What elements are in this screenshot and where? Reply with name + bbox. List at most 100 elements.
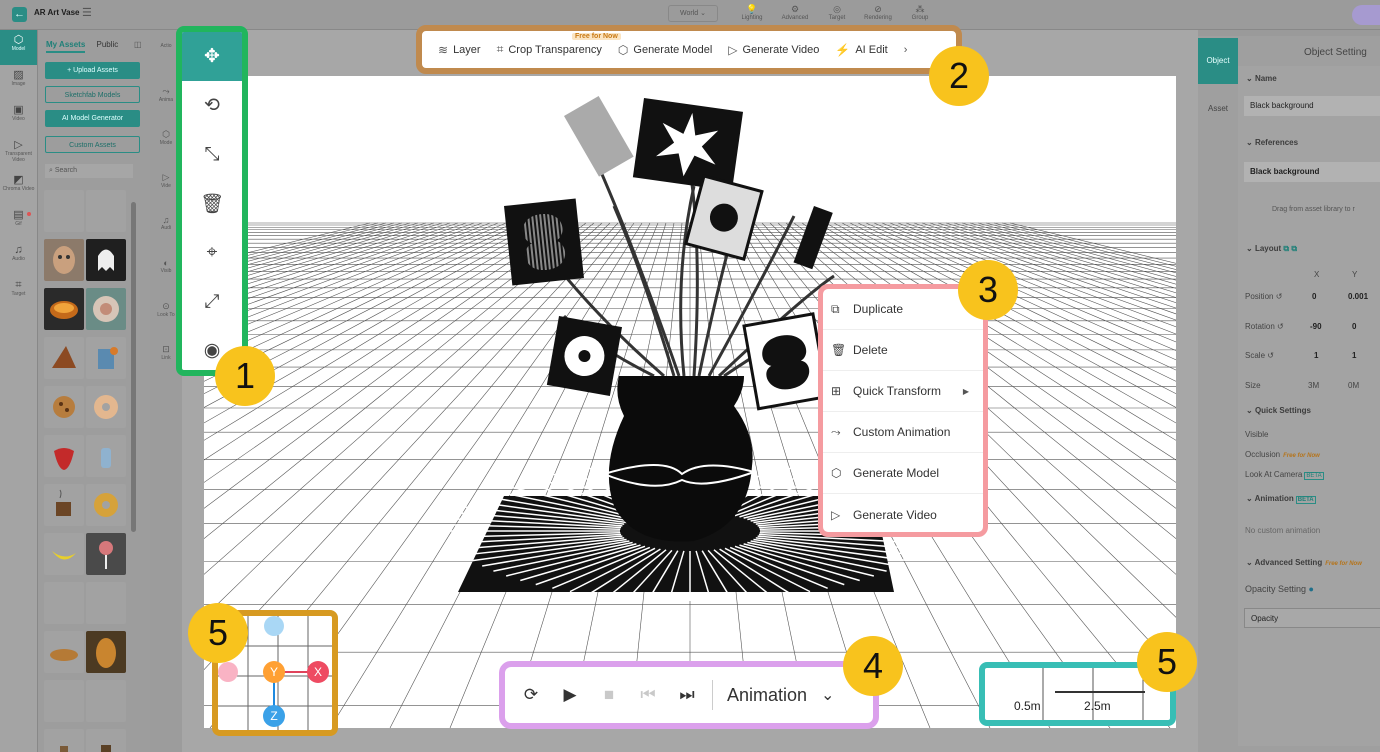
asset-thumb-face[interactable] <box>44 239 84 281</box>
loop-off-icon[interactable]: ⟳ <box>521 685 541 705</box>
scale-y[interactable]: 1 <box>1352 351 1356 360</box>
image-icon: ▨ <box>13 69 24 81</box>
stop-icon[interactable]: ■ <box>599 685 619 705</box>
reference-field[interactable]: Black background <box>1244 162 1380 182</box>
advanced-button[interactable]: ⚙ Advanced <box>773 3 817 21</box>
asset-thumb-placeholder[interactable] <box>44 190 84 232</box>
asset-thumb-bottle[interactable] <box>86 435 126 477</box>
rotation-x[interactable]: -90 <box>1310 322 1322 331</box>
more-chevron-icon[interactable]: › <box>904 44 908 56</box>
advanced-icon: ⚙ <box>790 4 800 14</box>
tab-public[interactable]: Public <box>97 40 119 49</box>
name-input[interactable]: Black background <box>1244 96 1380 116</box>
copy-icon[interactable]: ⧉ ⧉ <box>1283 244 1297 253</box>
asset-thumb-donut[interactable] <box>86 386 126 428</box>
step-forward-icon[interactable]: ⏭ <box>677 685 697 705</box>
menu-quick-transform[interactable]: ⊞ Quick Transform ▶ <box>823 371 983 412</box>
sketchfab-models-button[interactable]: Sketchfab Models <box>45 86 140 103</box>
asset-thumb-lollipop[interactable] <box>86 533 126 575</box>
asset-thumb-placeholder[interactable] <box>86 190 126 232</box>
lighting-button[interactable]: 💡 Lighting <box>730 3 774 21</box>
asset-scrollbar[interactable] <box>131 202 136 532</box>
generate-video-button[interactable]: ▷ Generate Video <box>728 43 819 57</box>
position-y[interactable]: 0.001 <box>1348 292 1368 301</box>
rail-image[interactable]: ▨ Image <box>0 65 37 100</box>
rotation-y[interactable]: 0 <box>1352 322 1356 331</box>
asset-thumb-banana[interactable] <box>44 533 84 575</box>
ai-model-generator-button[interactable]: AI Model Generator <box>45 110 140 127</box>
rail-model[interactable]: ⬡ Model <box>0 30 37 65</box>
info-icon[interactable]: ● <box>1309 584 1314 594</box>
back-icon[interactable]: ← <box>12 7 27 22</box>
menu-generate-model[interactable]: ⬡ Generate Model <box>823 453 983 494</box>
rail-transparent-video[interactable]: ▷ Transparent Video <box>0 135 37 170</box>
position-x[interactable]: 0 <box>1312 292 1316 301</box>
transparent-video-icon: ▷ <box>14 139 23 151</box>
ai-edit-button[interactable]: ⚡ AI Edit <box>835 43 887 57</box>
animation-select-label[interactable]: Animation <box>727 685 807 706</box>
step-back-icon[interactable]: ⏮ <box>638 685 658 705</box>
scale-x[interactable]: 1 <box>1314 351 1318 360</box>
group-button[interactable]: ⁂ Group <box>898 3 942 21</box>
rendering-button[interactable]: ⊘ Rendering <box>856 3 900 21</box>
asset-thumb-coffee[interactable] <box>44 484 84 526</box>
rail-audio[interactable]: ♫ Audio <box>0 240 37 275</box>
world-dropdown[interactable]: World ⌄ <box>668 5 718 22</box>
vase <box>600 376 758 542</box>
asset-thumb-placeholder[interactable] <box>86 582 126 624</box>
resize-tool-button[interactable]: ⤢ <box>182 277 242 326</box>
menu-custom-animation[interactable]: ⤳ Custom Animation <box>823 412 983 453</box>
quick-settings-header[interactable]: ⌄ Quick Settings <box>1246 406 1311 415</box>
name-header[interactable]: ⌄ Name <box>1246 74 1277 83</box>
asset-thumb-tiger-2[interactable] <box>86 631 126 673</box>
generate-model-button[interactable]: ⬡ Generate Model <box>618 43 712 57</box>
asset-thumb-placeholder[interactable] <box>44 582 84 624</box>
move-tool-button[interactable]: ✥ <box>182 32 242 81</box>
tab-my-assets[interactable]: My Assets <box>46 40 86 53</box>
tab-asset[interactable]: Asset <box>1198 90 1238 128</box>
asset-thumb-donut-2[interactable] <box>86 484 126 526</box>
gizmo-x-label: X <box>314 665 322 679</box>
chevron-down-icon[interactable]: ⌄ <box>821 685 834 705</box>
target-button[interactable]: ◎ Target <box>815 3 859 21</box>
asset-thumb-cup[interactable] <box>86 729 126 752</box>
advanced-setting-header[interactable]: ⌄ Advanced Setting Free for Now <box>1246 558 1362 567</box>
delete-tool-button[interactable]: 🗑 <box>182 179 242 228</box>
panel-toggle-icon[interactable]: ◫ <box>134 40 142 49</box>
asset-thumb-bowl[interactable] <box>44 288 84 330</box>
menu-icon[interactable]: ☰ <box>82 6 92 19</box>
asset-thumb-cookie[interactable] <box>44 386 84 428</box>
avatar[interactable] <box>1352 5 1380 25</box>
rail-chroma-video[interactable]: ◩ Chroma Video <box>0 170 37 205</box>
custom-assets-button[interactable]: Custom Assets <box>45 136 140 153</box>
rail-video[interactable]: ▣ Video <box>0 100 37 135</box>
opacity-field[interactable]: Opacity <box>1244 608 1380 628</box>
layout-header[interactable]: ⌄ Layout ⧉ ⧉ <box>1246 244 1297 254</box>
asset-thumb-tiger[interactable] <box>44 631 84 673</box>
asset-thumb-small[interactable] <box>44 680 84 722</box>
asset-thumb-placeholder[interactable] <box>86 680 126 722</box>
rotate-tool-button[interactable]: ⟲ <box>182 81 242 130</box>
rail-target[interactable]: ⌗ Target <box>0 275 37 310</box>
asset-thumb-box[interactable] <box>44 729 84 752</box>
layer-button[interactable]: ≋ Layer <box>438 43 481 57</box>
scale-tool-button[interactable]: ⤡ <box>182 130 242 179</box>
menu-generate-video[interactable]: ▷ Generate Video <box>823 494 983 535</box>
play-icon[interactable]: ▶ <box>560 685 580 705</box>
asset-thumb-pastry[interactable] <box>86 288 126 330</box>
scene-canvas[interactable] <box>204 76 1176 728</box>
asset-thumb-strawberry[interactable] <box>44 435 84 477</box>
asset-thumb-ghost[interactable] <box>86 239 126 281</box>
animation-header[interactable]: ⌄ Animation BETA <box>1246 494 1316 504</box>
asset-thumb-witch-hat[interactable] <box>44 337 84 379</box>
tab-object[interactable]: Object <box>1198 38 1238 84</box>
video-icon: ▣ <box>13 104 24 116</box>
upload-assets-button[interactable]: + Upload Assets <box>45 62 140 79</box>
crop-transparency-button[interactable]: ⌗ Crop Transparency <box>497 42 602 57</box>
focus-tool-button[interactable]: ⌖ <box>182 228 242 277</box>
references-header[interactable]: ⌄ References <box>1246 138 1298 147</box>
menu-delete[interactable]: 🗑 Delete <box>823 330 983 371</box>
asset-search-input[interactable]: ⌕ Search <box>45 164 133 178</box>
asset-thumb-toy[interactable] <box>86 337 126 379</box>
rail-gif[interactable]: ▤ Gif <box>0 205 37 240</box>
